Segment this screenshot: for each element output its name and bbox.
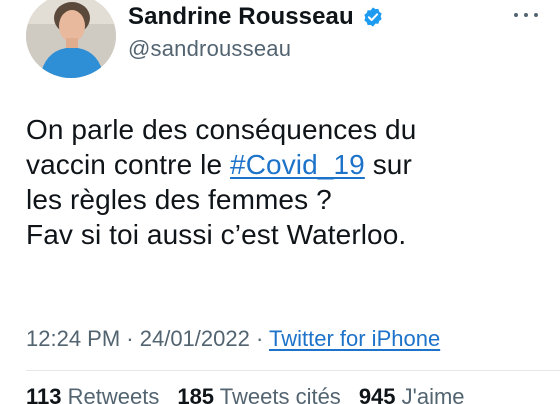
retweets-label: Retweets [61, 384, 160, 404]
tweet-text: On parle des conséquences du vaccin cont… [26, 112, 546, 252]
avatar[interactable] [26, 0, 116, 78]
verified-badge-icon [362, 6, 384, 28]
meta-separator: · [249, 326, 269, 351]
tweet-text-line-4: Fav si toi aussi c’est Waterloo. [26, 219, 407, 250]
tweet-text-segment: sur [364, 149, 412, 180]
tweet-source-link[interactable]: Twitter for iPhone [269, 326, 440, 351]
retweets-count: 113 [26, 384, 62, 404]
tweet-stats: 113 Retweets 185 Tweets cités 945 J'aime [26, 384, 465, 404]
quotes-label: Tweets cités [214, 384, 341, 404]
meta-separator: · [120, 326, 140, 351]
more-options-icon[interactable] [514, 8, 538, 22]
divider [26, 370, 560, 371]
hashtag-link[interactable]: #Covid_19 [230, 149, 365, 180]
quotes-stat[interactable]: 185 Tweets cités [177, 384, 340, 404]
tweet-meta: 12:24 PM · 24/01/2022 · Twitter for iPho… [26, 326, 440, 352]
tweet-text-line-1: On parle des conséquences du [26, 114, 417, 145]
quotes-count: 185 [177, 384, 215, 404]
retweets-stat[interactable]: 113 Retweets [26, 384, 159, 404]
tweet-date[interactable]: 24/01/2022 [140, 326, 250, 351]
author-handle[interactable]: @sandrousseau [128, 36, 384, 62]
likes-label: J'aime [395, 384, 465, 404]
tweet-text-segment: vaccin contre le [26, 149, 231, 180]
author-display-name[interactable]: Sandrine Rousseau [128, 3, 354, 31]
tweet-card: Sandrine Rousseau @sandrousseau On parle… [0, 0, 560, 404]
likes-stat[interactable]: 945 J'aime [359, 384, 465, 404]
tweet-text-line-3: les règles des femmes ? [26, 184, 332, 215]
likes-count: 945 [358, 384, 396, 404]
author-name-row: Sandrine Rousseau [128, 2, 384, 32]
tweet-text-line-2: vaccin contre le #Covid_19 sur [26, 147, 546, 182]
tweet-time[interactable]: 12:24 PM [26, 326, 120, 351]
author-block: Sandrine Rousseau @sandrousseau [128, 2, 384, 62]
